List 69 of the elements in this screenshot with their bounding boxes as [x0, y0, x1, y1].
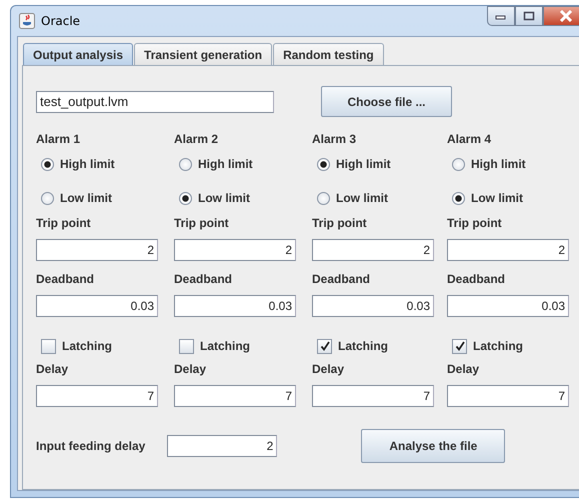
- field-label: Input feeding delay: [36, 438, 146, 454]
- close-button[interactable]: [543, 6, 579, 26]
- alarm-title: Alarm 3: [312, 131, 356, 147]
- radio-button[interactable]: [452, 192, 465, 204]
- radio-option[interactable]: Low limit: [312, 181, 388, 215]
- delay-field[interactable]: 7: [447, 385, 569, 407]
- minimize-button[interactable]: [487, 6, 515, 26]
- tab[interactable]: Random testing: [273, 43, 384, 65]
- check-icon: [318, 340, 330, 352]
- choose-file-button[interactable]: Choose file ...: [321, 86, 452, 117]
- alarm-title: Alarm 4: [447, 131, 492, 147]
- analyse-button[interactable]: Analyse the file: [361, 429, 506, 463]
- radio-option[interactable]: Low limit: [174, 181, 250, 215]
- radio-button[interactable]: [41, 192, 54, 204]
- deadband-field[interactable]: 0.03: [36, 295, 158, 317]
- cup-icon: [19, 13, 35, 29]
- radio-option[interactable]: Low limit: [36, 181, 112, 215]
- radio-option[interactable]: High limit: [447, 147, 526, 181]
- radio-option[interactable]: High limit: [312, 147, 391, 181]
- alarm-title: Alarm 1: [36, 131, 80, 147]
- deadband-field[interactable]: 0.03: [447, 295, 569, 317]
- trip-point-field[interactable]: 2: [312, 239, 434, 261]
- field-label: Trip point: [174, 215, 229, 231]
- field-label: Delay: [174, 361, 206, 377]
- delay-field[interactable]: 7: [312, 385, 434, 407]
- radio-option[interactable]: Low limit: [447, 181, 523, 215]
- radio-button[interactable]: [452, 158, 465, 170]
- trip-point-field[interactable]: 2: [174, 239, 296, 261]
- delay-field[interactable]: 7: [174, 385, 296, 407]
- field-label: Trip point: [36, 215, 91, 231]
- latching-checkbox[interactable]: Latching: [447, 331, 523, 361]
- deadband-field[interactable]: 0.03: [312, 295, 434, 317]
- field-label: Trip point: [312, 215, 367, 231]
- maximize-icon: [523, 11, 535, 21]
- input-delay-field[interactable]: 2: [167, 435, 278, 457]
- checkbox[interactable]: [41, 338, 56, 354]
- field-label: Trip point: [447, 215, 502, 231]
- trip-point-field[interactable]: 2: [447, 239, 569, 261]
- field-label: Deadband: [36, 271, 94, 287]
- field-label: Deadband: [174, 271, 232, 287]
- checkbox[interactable]: [179, 338, 194, 354]
- radio-button[interactable]: [317, 158, 330, 170]
- field-label: Delay: [447, 361, 480, 377]
- file-path-field[interactable]: test_output.lvm: [36, 90, 274, 112]
- checkbox[interactable]: [452, 338, 467, 354]
- maximize-button[interactable]: [515, 6, 543, 26]
- radio-button[interactable]: [179, 192, 192, 204]
- tab[interactable]: Transient generation: [134, 43, 272, 65]
- radio-button[interactable]: [317, 192, 330, 204]
- latching-checkbox[interactable]: Latching: [312, 331, 388, 361]
- tab[interactable]: Output analysis: [23, 43, 134, 65]
- window-title: Oracle: [41, 14, 80, 28]
- checkbox[interactable]: [317, 338, 332, 354]
- check-icon: [454, 340, 466, 352]
- radio-button[interactable]: [179, 158, 192, 170]
- field-label: Deadband: [312, 271, 370, 287]
- alarm-title: Alarm 2: [174, 131, 218, 147]
- latching-checkbox[interactable]: Latching: [174, 331, 250, 361]
- latching-checkbox[interactable]: Latching: [36, 331, 112, 361]
- delay-field[interactable]: 7: [36, 385, 158, 407]
- radio-option[interactable]: High limit: [36, 147, 115, 181]
- deadband-field[interactable]: 0.03: [174, 295, 296, 317]
- radio-button[interactable]: [41, 158, 54, 170]
- radio-option[interactable]: High limit: [174, 147, 253, 181]
- field-label: Deadband: [447, 271, 506, 287]
- field-label: Delay: [36, 361, 68, 377]
- trip-point-field[interactable]: 2: [36, 239, 158, 261]
- field-label: Delay: [312, 361, 344, 377]
- close-icon: [559, 10, 573, 22]
